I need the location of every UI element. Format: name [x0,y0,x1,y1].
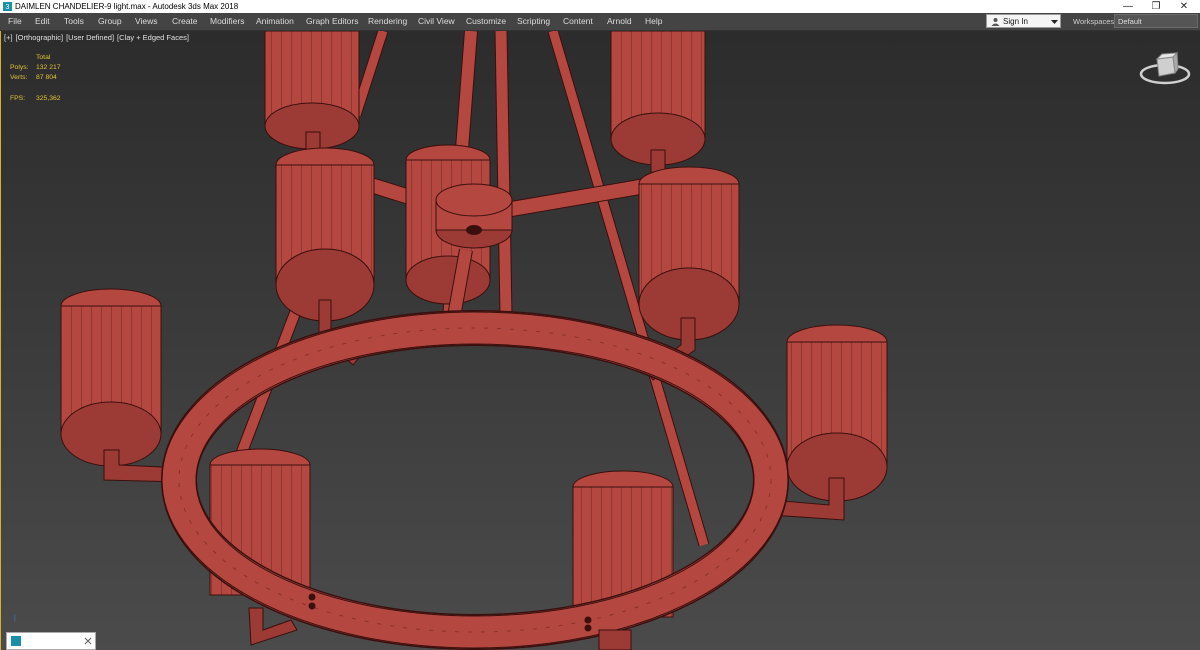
restore-button[interactable]: ❐ [1142,0,1170,13]
menu-graph-editors[interactable]: Graph Editors [306,16,358,27]
viewport-stdlighting-label[interactable]: [User Defined] [66,33,114,42]
verts-label: Verts: [10,74,28,81]
minimize-icon: — [1123,1,1133,12]
viewport-shading-label[interactable]: [Clay + Edged Faces] [117,33,189,42]
title-bar: 3 DAIMLEN CHANDELIER-9 light.max - Autod… [0,0,1200,13]
menu-modifiers[interactable]: Modifiers [210,16,244,27]
menu-edit[interactable]: Edit [35,16,50,27]
stats-header: Total [36,54,51,61]
listener-icon [11,636,21,646]
sign-in-dropdown[interactable]: Sign In [986,14,1061,28]
listener-close-icon[interactable] [84,637,92,645]
chandelier-model[interactable] [1,31,1200,650]
menu-rendering[interactable]: Rendering [368,16,407,27]
menu-tools[interactable]: Tools [64,16,84,27]
verts-value: 87 804 [36,74,57,81]
polys-label: Polys: [10,64,29,71]
menu-bar: File Edit Tools Group Views Create Modif… [0,13,1200,31]
chevron-down-icon [1051,20,1058,24]
menu-file[interactable]: File [8,16,22,27]
user-icon [991,18,1000,26]
app-icon: 3 [3,2,12,11]
close-icon: ✕ [1179,1,1189,12]
cup-middle-right [638,166,740,341]
viewport-perspective[interactable]: [+] [Orthographic] [User Defined] [Clay + E… [0,31,1200,650]
viewport-label[interactable]: [+] [Orthographic] [User Defined] [Clay + E… [4,33,192,43]
workspaces-select[interactable]: Default [1114,14,1198,28]
cup-top-right [610,31,706,166]
menu-customize[interactable]: Customize [466,16,506,27]
menu-group[interactable]: Group [98,16,122,27]
minimize-button[interactable]: — [1114,0,1142,13]
fps-value: 325,362 [36,95,61,102]
menu-content[interactable]: Content [563,16,593,27]
menu-help[interactable]: Help [645,16,662,27]
maxscript-mini-listener[interactable] [6,632,96,650]
hub [435,183,513,249]
cup-far-left [60,288,162,467]
cup-top-left [264,31,360,150]
svg-text:3: 3 [6,4,10,11]
window-title: DAIMLEN CHANDELIER-9 light.max - Autodes… [15,2,239,11]
workspaces-value: Default [1118,17,1142,26]
menu-animation[interactable]: Animation [256,16,294,27]
workspaces-label: Workspaces: [1073,17,1117,26]
restore-icon: ❐ [1151,1,1161,12]
fps-label: FPS: [10,95,26,102]
viewcube-icon[interactable] [1137,49,1193,89]
menu-civil-view[interactable]: Civil View [418,16,455,27]
menu-views[interactable]: Views [135,16,158,27]
menu-create[interactable]: Create [172,16,198,27]
polys-value: 132 217 [36,64,61,71]
cup-far-right [786,324,888,502]
viewport-pov-label[interactable]: [Orthographic] [16,33,64,42]
cup-middle-left [275,147,375,322]
sign-in-label: Sign In [1003,17,1028,26]
menu-arnold[interactable]: Arnold [607,16,632,27]
close-button[interactable]: ✕ [1170,0,1198,13]
viewport-menu-plus[interactable]: [+] [4,33,13,42]
axis-tripod-icon: | [14,615,16,622]
menu-scripting[interactable]: Scripting [517,16,550,27]
